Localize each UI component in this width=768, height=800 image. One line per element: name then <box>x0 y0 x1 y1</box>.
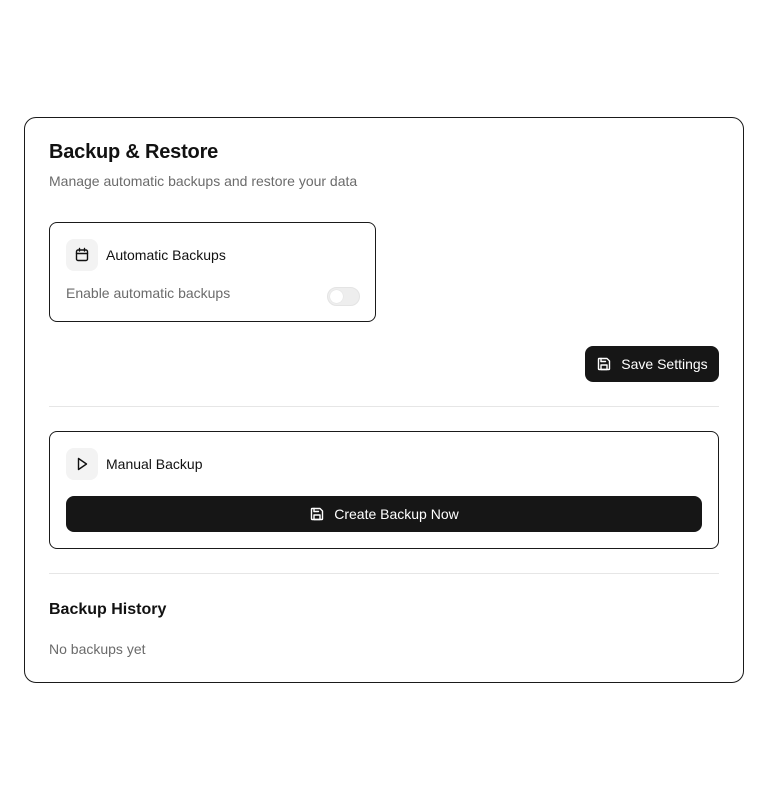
backup-restore-card: Backup & Restore Manage automatic backup… <box>24 117 744 683</box>
section-divider <box>49 406 719 407</box>
automatic-backups-toggle[interactable] <box>327 287 360 306</box>
save-settings-label: Save Settings <box>621 356 708 372</box>
play-icon <box>66 448 98 480</box>
calendar-icon <box>66 239 98 271</box>
manual-backup-title: Manual Backup <box>106 456 203 472</box>
manual-backup-panel: Manual Backup Create Backup Now <box>49 431 719 549</box>
page-title: Backup & Restore <box>49 141 219 163</box>
create-backup-now-button[interactable]: Create Backup Now <box>66 496 702 532</box>
backup-history-empty-text: No backups yet <box>49 641 146 657</box>
save-icon <box>311 507 324 521</box>
section-divider <box>49 573 719 574</box>
automatic-backups-title: Automatic Backups <box>106 247 226 263</box>
save-settings-button[interactable]: Save Settings <box>585 346 719 382</box>
enable-automatic-backups-label: Enable automatic backups <box>66 285 231 301</box>
backup-history-title: Backup History <box>49 601 167 618</box>
toggle-knob <box>330 290 343 303</box>
automatic-backups-panel: Automatic Backups Enable automatic backu… <box>49 222 376 322</box>
save-icon <box>598 357 611 371</box>
create-backup-now-label: Create Backup Now <box>334 506 459 522</box>
page-subtitle: Manage automatic backups and restore you… <box>49 173 358 189</box>
